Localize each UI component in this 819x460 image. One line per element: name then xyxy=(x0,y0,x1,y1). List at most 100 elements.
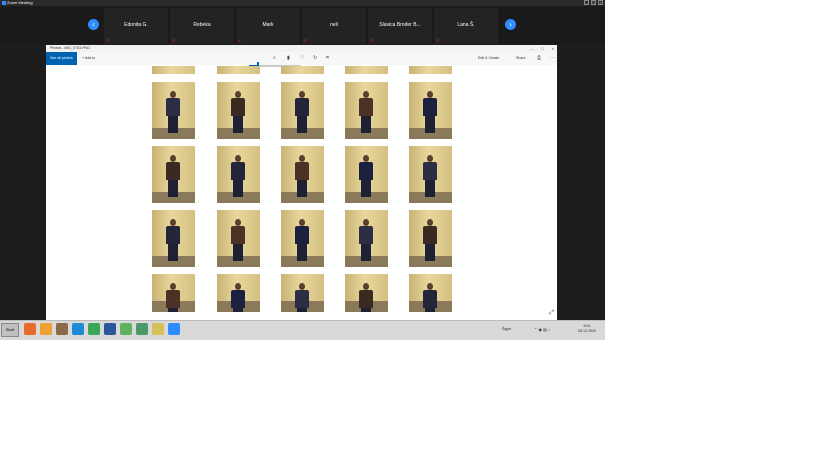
photo-thumbnail[interactable] xyxy=(152,146,195,203)
participant-strip: ‹ Edonita G. ✗ Rebeka ✗ Mark ✗ neli ✗ Sl… xyxy=(0,6,605,44)
photo-thumbnail[interactable] xyxy=(217,146,260,203)
participant-tile[interactable]: Lana Š. ✗ xyxy=(434,8,498,44)
person-legs xyxy=(233,116,243,133)
share-button[interactable]: Share xyxy=(516,52,526,65)
photo-thumbnail[interactable] xyxy=(152,274,195,312)
maximize-icon[interactable]: □ xyxy=(591,0,596,5)
photo-background xyxy=(409,66,452,74)
muted-mic-icon: ✗ xyxy=(238,38,242,43)
favorite-icon[interactable]: ♡ xyxy=(300,55,304,61)
photo-app-icon[interactable] xyxy=(56,323,68,335)
next-participants-button[interactable]: › xyxy=(505,19,516,30)
minimize-icon[interactable]: – xyxy=(531,45,533,52)
participant-tile[interactable]: Mark ✗ xyxy=(236,8,300,44)
crop-icon[interactable]: ⌗ xyxy=(326,55,329,61)
person-legs xyxy=(425,116,435,133)
photo-gallery xyxy=(46,66,557,320)
close-icon[interactable]: × xyxy=(552,45,554,52)
minimize-icon[interactable]: – xyxy=(584,0,589,5)
person-legs xyxy=(425,308,435,312)
person-head xyxy=(170,219,176,226)
folder-icon[interactable] xyxy=(40,323,52,335)
person-legs xyxy=(297,308,307,312)
photo-thumbnail[interactable] xyxy=(345,82,388,139)
add-to-button[interactable]: + Add to xyxy=(82,52,95,65)
print-icon[interactable]: ⎙ xyxy=(537,55,541,61)
person-head xyxy=(235,219,241,226)
photo-thumbnail[interactable] xyxy=(217,210,260,267)
see-all-photos-button[interactable]: See all photos xyxy=(46,52,77,65)
rotate-icon[interactable]: ↻ xyxy=(313,55,317,61)
photos-window: Photos - IMG_0753.PNG – □ × See all phot… xyxy=(46,45,557,320)
participant-tile[interactable]: Rebeka ✗ xyxy=(170,8,234,44)
person-head xyxy=(299,219,305,226)
photo-thumbnail[interactable] xyxy=(409,274,452,312)
delete-icon[interactable]: ▮ xyxy=(287,55,290,61)
language-indicator[interactable]: Šqipe xyxy=(502,327,511,331)
person-head xyxy=(170,91,176,98)
app-icon[interactable] xyxy=(120,323,132,335)
photo-background xyxy=(217,66,260,74)
photo-thumbnail[interactable] xyxy=(345,146,388,203)
photos-titlebar: Photos - IMG_0753.PNG – □ × xyxy=(46,45,557,52)
photo-thumbnail[interactable] xyxy=(152,210,195,267)
word-icon[interactable] xyxy=(104,323,116,335)
person-head xyxy=(299,283,305,290)
person-head xyxy=(170,155,176,162)
participant-name: Mark xyxy=(262,22,274,28)
person-jacket xyxy=(359,98,373,116)
person-legs xyxy=(168,180,178,197)
system-tray[interactable]: ⌃ ◉ ▤ ♪ xyxy=(534,327,550,332)
photo-thumbnail[interactable] xyxy=(281,146,324,203)
participant-tile[interactable]: Edonita G. ✗ xyxy=(104,8,168,44)
photo-thumbnail[interactable] xyxy=(281,66,324,74)
edit-create-button[interactable]: Edit & Create xyxy=(478,52,499,65)
photo-thumbnail[interactable] xyxy=(281,82,324,139)
explorer-icon[interactable] xyxy=(152,323,164,335)
photo-thumbnail[interactable] xyxy=(345,66,388,74)
person-jacket xyxy=(295,162,309,180)
photo-background xyxy=(281,66,324,74)
more-options-icon[interactable]: ⋯ xyxy=(550,55,555,61)
photo-thumbnail[interactable] xyxy=(152,82,195,139)
participant-name: Slavica Broder B... xyxy=(379,22,421,28)
person-head xyxy=(427,91,433,98)
participant-tile[interactable]: neli ✗ xyxy=(302,8,366,44)
previous-participants-button[interactable]: ‹ xyxy=(88,19,99,30)
start-button[interactable]: Start xyxy=(1,323,19,337)
photos-app-icon[interactable] xyxy=(136,323,148,335)
photo-thumbnail[interactable] xyxy=(281,274,324,312)
person-jacket xyxy=(295,226,309,244)
muted-mic-icon: ✗ xyxy=(370,38,374,43)
participant-tile[interactable]: Slavica Broder B... ✗ xyxy=(368,8,432,44)
photo-thumbnail[interactable] xyxy=(409,66,452,74)
person-head xyxy=(427,283,433,290)
person-jacket xyxy=(359,162,373,180)
photo-thumbnail[interactable] xyxy=(152,66,195,74)
person-legs xyxy=(297,116,307,133)
photo-thumbnail[interactable] xyxy=(409,82,452,139)
zoom-taskbar-icon[interactable] xyxy=(168,323,180,335)
person-head xyxy=(170,283,176,290)
photo-thumbnail[interactable] xyxy=(217,274,260,312)
person-jacket xyxy=(295,98,309,116)
photo-background xyxy=(345,66,388,74)
edge-icon[interactable] xyxy=(72,323,84,335)
photo-thumbnail[interactable] xyxy=(345,210,388,267)
person-jacket xyxy=(231,226,245,244)
photo-thumbnail[interactable] xyxy=(281,210,324,267)
chrome-icon[interactable] xyxy=(88,323,100,335)
photo-thumbnail[interactable] xyxy=(217,66,260,74)
maximize-icon[interactable]: □ xyxy=(541,45,543,52)
clock[interactable]: 9:01 25.12.2020 xyxy=(578,324,596,334)
photo-thumbnail[interactable] xyxy=(217,82,260,139)
photo-thumbnail[interactable] xyxy=(345,274,388,312)
person-jacket xyxy=(423,98,437,116)
media-player-icon[interactable] xyxy=(24,323,36,335)
close-icon[interactable]: × xyxy=(598,0,603,5)
zoom-icon[interactable]: ⌕ xyxy=(273,55,276,61)
expand-icon[interactable]: ⤢ xyxy=(549,310,554,317)
photo-thumbnail[interactable] xyxy=(409,146,452,203)
muted-mic-icon: ✗ xyxy=(106,38,110,43)
photo-thumbnail[interactable] xyxy=(409,210,452,267)
